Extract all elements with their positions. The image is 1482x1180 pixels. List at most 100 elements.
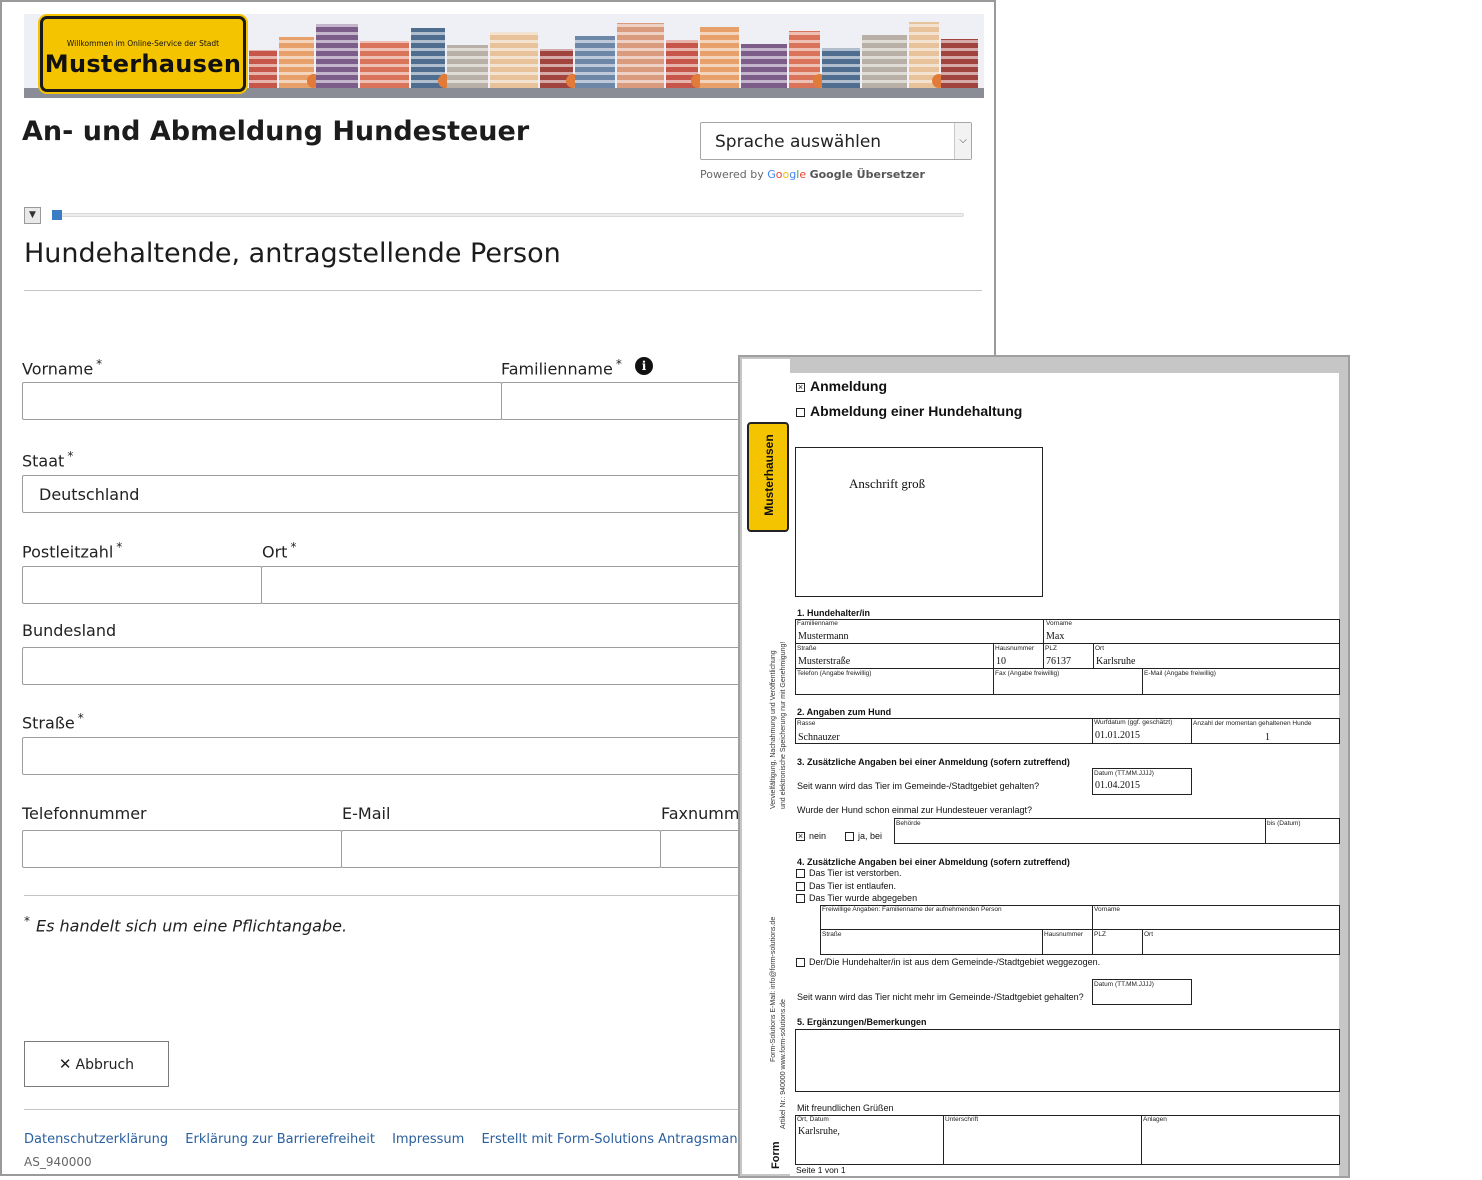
required-mark: * [615,357,622,371]
pdf-address-box: Anschrift groß [795,447,1043,597]
town-sign-logo[interactable]: Willkommen im Online-Service der Stadt M… [40,16,246,92]
pdf-text: Seit wann wird das Tier nicht mehr im Ge… [797,992,1084,1002]
pdf-s1-heading: 1. Hundehalter/in [797,608,871,618]
pdf-label: Vorname [1046,620,1073,627]
pdf-value: 10 [996,656,1006,667]
email-input[interactable] [341,830,661,868]
pdf-page-number: Seite 1 von 1 [796,1165,846,1175]
pdf-label: Familienname [797,620,838,627]
footer-link-impressum[interactable]: Impressum [392,1132,464,1147]
pdf-label: Rasse [797,720,816,727]
pdf-value: Schnauzer [798,732,840,743]
progress-fill [52,210,62,220]
required-mark: * [24,914,30,928]
pdf-s4-heading: 4. Zusätzliche Angaben bei einer Abmeldu… [797,857,1070,867]
building [700,27,739,88]
required-mark: * [96,357,103,371]
building [617,23,664,88]
telefon-label: Telefonnummer [22,804,147,823]
checkbox-ja [845,832,854,841]
google-logo[interactable]: Google [767,168,806,181]
required-mark: * [67,449,74,463]
pdf-label: Anzahl der momentan gehaltenen Hunde [1193,720,1312,727]
pdf-side-text: und elektronische Speicherung nur mit Ge… [780,641,787,809]
pdf-value: Mustermann [798,631,849,642]
pdf-label: Ort, Datum [797,1116,829,1123]
pdf-label: E-Mail (Angabe freiwillig) [1144,670,1216,677]
pdf-value: Musterstraße [798,656,851,667]
pdf-preview[interactable]: Musterhausen Vervielfältigung, Nachahmun… [738,355,1350,1178]
pdf-label: Behörde [896,820,921,827]
building [575,36,615,88]
pdf-label: Unterschrift [945,1116,979,1123]
pdf-value: 01.04.2015 [1095,780,1140,791]
collapse-toggle-icon[interactable]: ▼ [24,207,41,224]
pdf-label: Hausnummer [995,645,1035,652]
pdf-label: PLZ [1045,645,1057,652]
pdf-label: Wurfdatum (ggf. geschätzt) [1094,719,1173,726]
pdf-value: Max [1046,631,1065,642]
pdf-label: Telefon (Angabe freiwillig) [797,670,872,677]
required-mark: * [290,540,297,554]
plz-label: Postleitzahl * [22,540,123,562]
pdf-text: Das Tier ist verstorben. [809,868,902,878]
pdf-page: × Anmeldung Abmeldung einer Hundehaltung… [790,373,1340,1176]
pdf-text: Mit freundlichen Grüßen [797,1103,894,1113]
vorname-label: Vorname * [22,357,103,379]
building [360,41,409,88]
plz-input[interactable] [22,566,262,604]
divider [24,290,982,291]
page-title: An- und Abmeldung Hundesteuer [22,116,530,147]
progress-track [52,213,964,217]
required-note: * Es handelt sich um eine Pflichtangabe. [24,914,348,936]
checkbox-anmeldung: × [796,382,805,392]
pdf-label: Ort [1095,645,1105,652]
pdf-label: Fax (Angabe freiwillig) [995,670,1060,677]
pdf-label: Datum (TT.MM.JJJJ) [1094,981,1154,988]
checkbox-entlaufen [796,882,805,891]
pdf-side-text: Form-Solutions E-Mail: info@form-solutio… [770,916,777,1062]
google-translate-attribution: Powered by Google Google Übersetzer [700,168,925,181]
familienname-label: Familienname * [501,357,622,379]
chevron-down-icon[interactable]: ⌵ [954,123,971,159]
pdf-side-text: Artikel Nr.: 940000 www.form-solutions.d… [780,999,787,1129]
pdf-label: Straße [822,931,842,938]
pdf-label: Straße [797,645,817,652]
pdf-abmeldung-label: Abmeldung einer Hundehaltung [810,403,1023,419]
footer-links: Datenschutzerklärung Erklärung zur Barri… [24,1132,809,1147]
pdf-label: Ort [1144,931,1154,938]
pdf-text: Das Tier wurde abgegeben [809,893,918,903]
info-icon[interactable]: i [635,357,653,375]
building [316,24,358,88]
city-banner: Willkommen im Online-Service der Stadt M… [24,14,984,98]
language-select[interactable]: Sprache auswählen ⌵ [700,122,972,160]
ort-label: Ort * [262,540,297,562]
translator-link[interactable]: Google Übersetzer [810,168,925,181]
email-label: E-Mail [342,804,391,823]
town-sign-name: Musterhausen [44,50,242,78]
pdf-logo-text: Musterhausen [762,434,776,516]
telefon-input[interactable] [22,830,342,868]
pdf-text: nein [809,831,827,841]
vorname-input[interactable] [22,382,502,420]
cancel-label: Abbruch [75,1057,135,1073]
pdf-label: Datum (TT.MM.JJJJ) [1094,770,1154,777]
fax-label: Faxnumme [661,804,750,823]
footer-link-datenschutz[interactable]: Datenschutzerklärung [24,1132,168,1147]
close-icon: ✕ [58,1055,72,1073]
building [822,48,860,88]
form-solutions-logo: Form [770,1141,782,1170]
staat-label: Staat * [22,449,74,471]
pdf-label: Anlagen [1143,1116,1167,1123]
powered-by-text: Powered by [700,168,764,181]
cancel-button[interactable]: ✕ Abbruch [24,1041,169,1087]
pdf-text: Der/Die Hundehalter/in ist aus dem Gemei… [809,957,1101,967]
footer-link-barrierefreiheit[interactable]: Erklärung zur Barrierefreiheit [185,1132,375,1147]
building [490,32,538,88]
pdf-value: Karlsruhe [1096,656,1136,667]
pdf-anmeldung-label: Anmeldung [810,378,887,394]
pdf-value: 76137 [1046,656,1071,667]
pdf-bemerkungen-box [795,1029,1340,1092]
pdf-value: 01.01.2015 [1095,730,1140,741]
pdf-s5-heading: 5. Ergänzungen/Bemerkungen [797,1017,927,1027]
